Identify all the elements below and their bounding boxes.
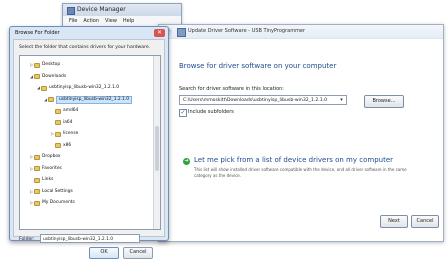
browse-dialog-title: Browse For Folder	[15, 30, 60, 36]
browse-instruction: Select the folder that contains drivers …	[19, 45, 151, 50]
tree-node-label: x86	[63, 142, 72, 148]
tree-node-label: license	[63, 131, 79, 136]
tree-node[interactable]: ◢ usbtinyisp_libusb-win32_1.2.1.0	[36, 84, 119, 92]
driver-path-value: C:\Users\mmoskitt\Downloads\usbtinyisp_l…	[183, 98, 328, 103]
tree-node[interactable]: ▷ My Documents	[29, 199, 75, 207]
browse-button[interactable]: Browse...	[364, 95, 404, 108]
folder-icon	[48, 97, 54, 102]
green-arrow-icon: ➜	[183, 158, 190, 165]
folder-icon	[55, 120, 61, 125]
folder-field[interactable]: usbtinyisp_libusb-win32_1.2.1.0	[40, 234, 140, 243]
menu-file[interactable]: File	[69, 16, 77, 26]
pick-from-list-link[interactable]: Let me pick from a list of device driver…	[194, 156, 393, 164]
browse-for-folder-dialog: Browse For Folder ✕ Select the folder th…	[9, 26, 169, 259]
tree-node[interactable]: ▷ Favorites	[29, 165, 62, 173]
tree-node-label: Downloads	[42, 73, 67, 79]
browse-cancel-button[interactable]: Cancel	[123, 247, 153, 259]
include-subfolders-checkbox[interactable]: ✓	[179, 109, 187, 117]
tree-node[interactable]: x86	[50, 142, 71, 150]
ok-button[interactable]: OK	[89, 247, 119, 259]
tree-node-label: Local Settings	[42, 188, 73, 194]
scrollbar-thumb[interactable]	[155, 126, 159, 171]
folder-icon	[34, 62, 40, 68]
tree-node-label: usbtinyisp_libusb-win32_1.2.1.0	[56, 95, 133, 104]
tree-node[interactable]: ▷ Local Settings	[29, 188, 73, 196]
next-button[interactable]: Next	[380, 215, 408, 228]
tree-node-label: Dropbox	[42, 154, 61, 159]
folder-icon	[34, 189, 40, 194]
pick-from-list-description: This list will show installed driver sof…	[194, 167, 407, 178]
tree-node-label: Links	[42, 177, 54, 182]
folder-icon	[34, 200, 40, 206]
browse-dialog-body: Select the folder that contains drivers …	[13, 39, 165, 259]
browse-heading: Browse for driver software on your compu…	[179, 62, 337, 70]
browse-dialog-titlebar[interactable]: Browse For Folder ✕	[10, 27, 168, 39]
folder-label: Folder:	[19, 237, 35, 242]
tree-scrollbar[interactable]	[153, 56, 160, 229]
tree-node[interactable]: ▷ Desktop	[29, 61, 60, 69]
folder-icon	[34, 177, 40, 183]
menu-view[interactable]: View	[105, 16, 117, 26]
folder-tree[interactable]: ▷ Desktop ◢ Downloads ◢ usbtinyisp_libusb-win…	[19, 55, 161, 230]
folder-icon	[34, 74, 40, 79]
tree-node-label: My Documents	[42, 200, 75, 205]
chevron-down-icon[interactable]: ▾	[338, 96, 345, 104]
include-subfolders-label[interactable]: Include subfolders	[188, 109, 234, 116]
close-icon[interactable]: ✕	[154, 29, 165, 37]
device-manager-icon	[67, 7, 75, 15]
tree-node[interactable]: ◢ Downloads	[29, 73, 66, 81]
menu-help[interactable]: Help	[123, 16, 134, 26]
device-manager-titlebar[interactable]: Device Manager	[63, 4, 181, 16]
folder-icon	[34, 154, 40, 160]
tree-node[interactable]: ▷ license	[50, 130, 78, 138]
device-manager-title: Device Manager	[77, 6, 126, 13]
tree-node-label: usbtinyisp_libusb-win32_1.2.1.0	[49, 85, 120, 90]
folder-icon	[55, 143, 61, 148]
search-location-label: Search for driver software in this locat…	[179, 86, 284, 92]
tree-node-label: Favorites	[42, 165, 62, 171]
folder-icon	[34, 166, 40, 171]
tree-node-label: Desktop	[42, 62, 61, 67]
tree-node-label: ia64	[63, 119, 73, 125]
menu-action[interactable]: Action	[83, 16, 99, 26]
folder-icon	[55, 108, 61, 114]
folder-icon	[41, 85, 47, 91]
tree-node[interactable]: amd64	[50, 107, 78, 115]
wizard-cancel-button[interactable]: Cancel	[411, 215, 439, 228]
driver-path-combobox[interactable]: C:\Users\mmoskitt\Downloads\usbtinyisp_l…	[179, 95, 347, 105]
update-driver-titlebar[interactable]: ← Update Driver Software - USB TinyProgr…	[159, 25, 443, 39]
folder-icon	[55, 131, 61, 137]
tree-node[interactable]: Links	[29, 176, 53, 184]
update-driver-title: Update Driver Software - USB TinyProgram…	[188, 28, 306, 34]
tree-node[interactable]: ▷ Dropbox	[29, 153, 61, 161]
device-icon	[177, 28, 186, 37]
update-driver-window: ← Update Driver Software - USB TinyProgr…	[158, 24, 444, 242]
tree-node-label: amd64	[63, 108, 79, 113]
tree-node[interactable]: ia64	[50, 119, 73, 127]
tree-node[interactable]: ◢ usbtinyisp_libusb-win32_1.2.1.0	[43, 95, 133, 104]
